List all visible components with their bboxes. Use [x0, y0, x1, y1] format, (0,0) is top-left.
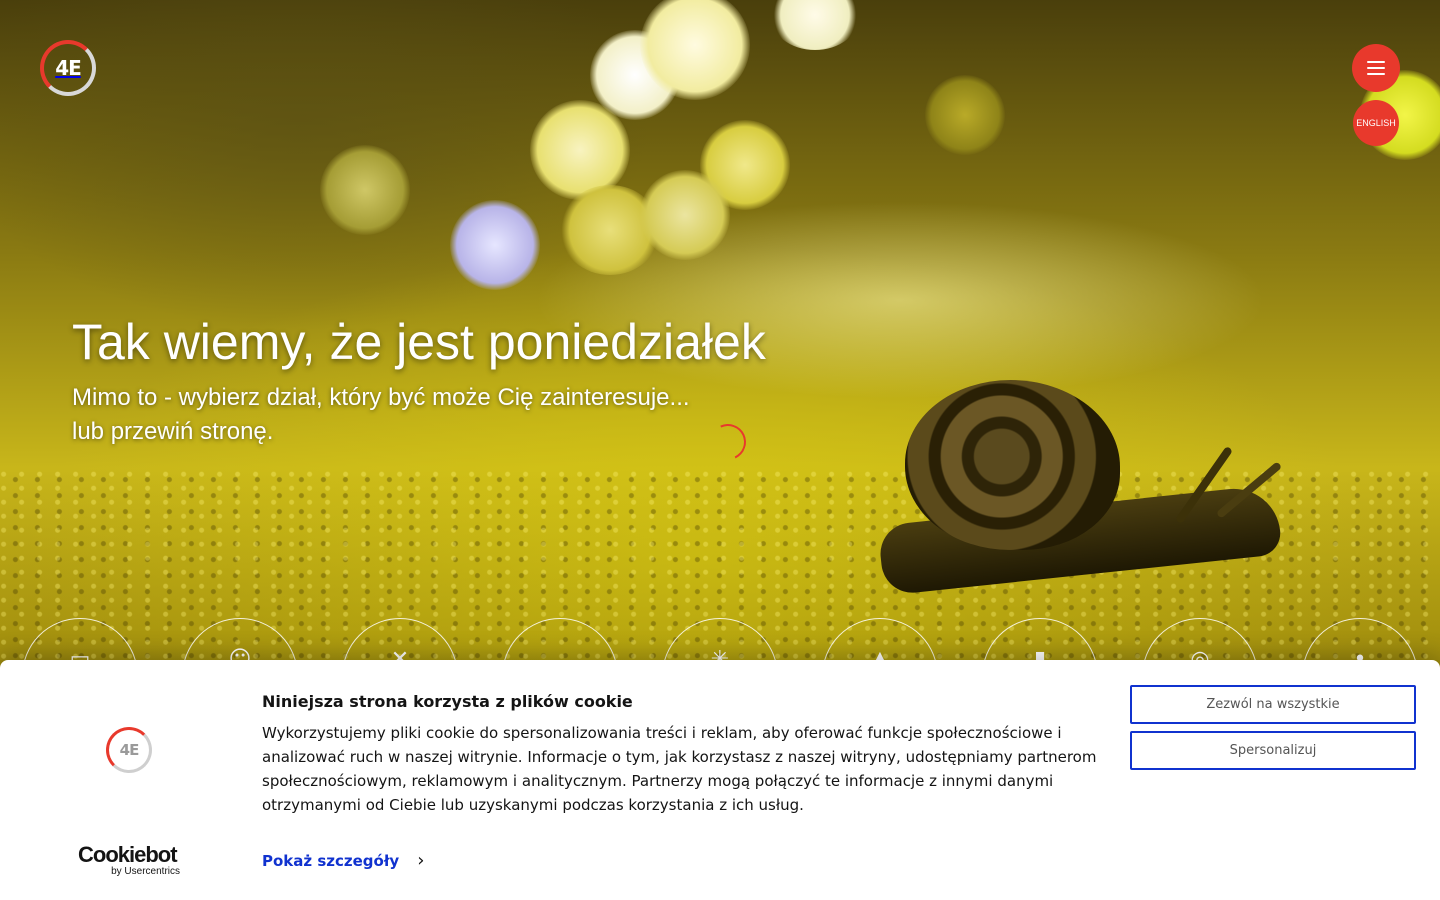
bokeh-light	[925, 75, 1005, 155]
snail-shell	[905, 380, 1120, 550]
cookie-title: Niniejsza strona korzysta z plików cooki…	[262, 692, 633, 711]
chevron-right-icon: ›	[417, 850, 425, 871]
hero-subline: Mimo to - wybierz dział, który być może …	[72, 381, 690, 449]
logo-text: 4E	[55, 56, 82, 80]
hero-headline: Tak wiemy, że jest poniedziałek	[72, 314, 766, 370]
bokeh-light	[450, 200, 540, 290]
customize-button[interactable]: Spersonalizuj	[1130, 731, 1416, 770]
hero-subline-line-2: lub przewiń stronę.	[72, 418, 274, 445]
hero-subline-line-1: Mimo to - wybierz dział, który być może …	[72, 384, 690, 411]
show-details-link[interactable]: Pokaż szczegóły ›	[262, 850, 424, 871]
cookie-consent-banner: 4E Cookiebot by Usercentrics Niniejsza s…	[0, 660, 1440, 900]
show-details-label: Pokaż szczegóły	[262, 851, 400, 870]
site-logo-icon: 4E	[106, 727, 152, 773]
menu-line	[1367, 61, 1385, 63]
cookiebot-name: Cookiebot	[78, 842, 178, 867]
cookie-logo-text: 4E	[119, 741, 140, 759]
allow-all-button[interactable]: Zezwól na wszystkie	[1130, 685, 1416, 724]
cookiebot-subtitle: by Usercentrics	[111, 866, 180, 877]
menu-line	[1367, 67, 1385, 69]
language-switch-button[interactable]: ENGLISH	[1353, 100, 1399, 146]
menu-line	[1367, 73, 1385, 75]
home-logo[interactable]: 4E	[40, 40, 96, 96]
bokeh-light	[320, 145, 410, 235]
hamburger-menu-icon[interactable]	[1352, 44, 1400, 92]
bokeh-light	[770, 0, 860, 50]
cookiebot-logo[interactable]: Cookiebot by Usercentrics	[78, 844, 182, 878]
bokeh-light	[640, 170, 730, 260]
cookie-description: Wykorzystujemy pliki cookie do spersonal…	[262, 724, 1097, 814]
bokeh-light	[640, 0, 750, 100]
